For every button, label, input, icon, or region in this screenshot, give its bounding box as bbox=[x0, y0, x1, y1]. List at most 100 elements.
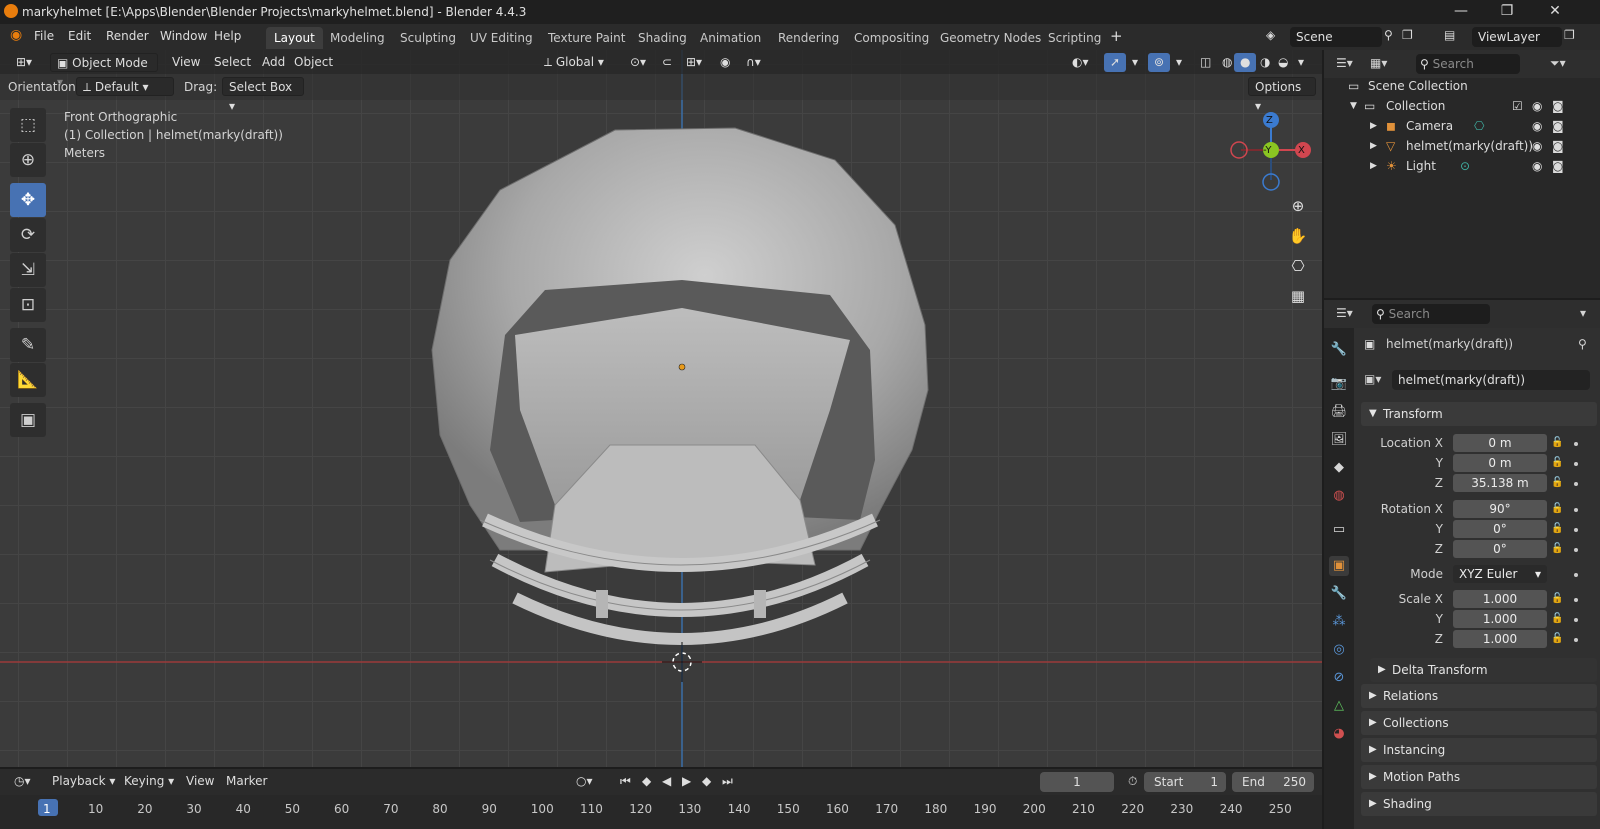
scale-z-keyframe-icon[interactable] bbox=[1574, 638, 1578, 642]
location-x-field[interactable]: 0 m bbox=[1453, 434, 1547, 452]
marker-menu[interactable]: Marker bbox=[220, 772, 273, 791]
grid-ortho-icon[interactable]: ▦ bbox=[1284, 282, 1312, 310]
snap-icon[interactable]: ⊂ bbox=[656, 53, 678, 72]
world-tab-icon[interactable]: ◍ bbox=[1329, 486, 1349, 506]
rotation-y-field[interactable]: 0° bbox=[1453, 520, 1547, 538]
proportional-edit-icon[interactable]: ◉ bbox=[714, 53, 736, 72]
motion-paths-panel-header[interactable]: ▶ Motion Paths bbox=[1361, 765, 1597, 789]
rotation-z-field[interactable]: 0° bbox=[1453, 540, 1547, 558]
rotation-x-lock-icon[interactable]: 🔓 bbox=[1551, 503, 1563, 514]
properties-editor-icon[interactable]: ☰▾ bbox=[1336, 306, 1353, 320]
options-dropdown[interactable]: Options ▾ bbox=[1248, 77, 1316, 113]
new-view-layer-icon[interactable]: ❐ bbox=[1564, 28, 1575, 42]
pin-icon[interactable]: ⚲ bbox=[1384, 28, 1393, 42]
zoom-icon[interactable]: ⊕ bbox=[1284, 192, 1312, 220]
menu-render[interactable]: Render bbox=[106, 29, 149, 43]
close-button[interactable]: ✕ bbox=[1532, 0, 1578, 24]
gizmo-dropdown-icon[interactable]: ▾ bbox=[1126, 53, 1144, 72]
mode-dropdown[interactable]: ▣ Object Mode ▾ bbox=[50, 53, 158, 89]
transform-panel-header[interactable]: ▼ Transform bbox=[1361, 402, 1597, 426]
pivot-icon[interactable]: ⊙▾ bbox=[624, 53, 652, 72]
add-workspace-icon[interactable]: + bbox=[1110, 27, 1123, 45]
scale-tool-icon[interactable]: ⇲ bbox=[10, 253, 46, 287]
location-x-lock-icon[interactable]: 🔓 bbox=[1551, 437, 1563, 448]
object-browse-icon[interactable]: ▣▾ bbox=[1364, 372, 1381, 386]
move-tool-icon[interactable]: ✥ bbox=[10, 183, 46, 217]
rotation-mode-dropdown[interactable]: XYZ Euler ▾ bbox=[1453, 565, 1547, 583]
transform-orientation-dropdown[interactable]: ⟂ Global ▾ bbox=[538, 53, 610, 72]
jump-end-icon[interactable]: ⏭ bbox=[716, 772, 739, 791]
rotate-tool-icon[interactable]: ⟳ bbox=[10, 218, 46, 252]
new-scene-icon[interactable]: ❐ bbox=[1402, 28, 1413, 42]
tab-geometry-nodes[interactable]: Geometry Nodes bbox=[932, 27, 1049, 49]
outliner-item-light[interactable]: ▶ ☀ Light ⊙ ◉ ◙ bbox=[1324, 156, 1600, 176]
maximize-button[interactable]: ❐ bbox=[1484, 0, 1530, 24]
annotate-tool-icon[interactable]: ✎ bbox=[10, 328, 46, 362]
location-z-lock-icon[interactable]: 🔓 bbox=[1551, 477, 1563, 488]
collection-visibility-icon[interactable]: ◉ bbox=[1532, 96, 1542, 116]
view-layer-tab-icon[interactable]: 🖼 bbox=[1329, 430, 1349, 450]
particles-tab-icon[interactable]: ⁂ bbox=[1329, 612, 1349, 632]
rotation-x-field[interactable]: 90° bbox=[1453, 500, 1547, 518]
tab-layout[interactable]: Layout bbox=[266, 27, 323, 49]
delta-transform-subpanel[interactable]: ▶ Delta Transform bbox=[1370, 658, 1597, 682]
play-icon[interactable]: ▶ bbox=[676, 772, 697, 791]
menu-window[interactable]: Window bbox=[160, 29, 207, 43]
view-layer-field[interactable]: ViewLayer bbox=[1472, 27, 1562, 47]
start-frame-field[interactable]: Start 1 bbox=[1144, 772, 1226, 792]
timeline-editor-icon[interactable]: ◷▾ bbox=[8, 772, 37, 791]
rotation-y-lock-icon[interactable]: 🔓 bbox=[1551, 523, 1563, 534]
tab-rendering[interactable]: Rendering bbox=[770, 27, 847, 49]
overlay-dropdown-icon[interactable]: ▾ bbox=[1170, 53, 1188, 72]
instancing-panel-header[interactable]: ▶ Instancing bbox=[1361, 738, 1597, 762]
add-cube-tool-icon[interactable]: ▣ bbox=[10, 403, 46, 437]
shading-dropdown-icon[interactable]: ▾ bbox=[1292, 53, 1310, 72]
tab-modeling[interactable]: Modeling bbox=[322, 27, 393, 49]
properties-search[interactable]: ⚲ Search bbox=[1372, 304, 1490, 324]
physics-tab-icon[interactable]: ◎ bbox=[1329, 640, 1349, 660]
camera-render-icon[interactable]: ◙ bbox=[1552, 116, 1564, 136]
display-mode-icon[interactable]: ▦▾ bbox=[1370, 56, 1387, 70]
transform-tool-icon[interactable]: ⊡ bbox=[10, 288, 46, 322]
relations-panel-header[interactable]: ▶ Relations bbox=[1361, 684, 1597, 708]
collection-chevron-icon[interactable]: ▼ bbox=[1350, 96, 1357, 116]
select-menu[interactable]: Select bbox=[208, 53, 257, 72]
view-menu[interactable]: View bbox=[166, 53, 206, 72]
tool-tab-icon[interactable]: 🔧 bbox=[1329, 340, 1349, 360]
outliner-item-camera[interactable]: ▶ ◼ Camera ⎔ ◉ ◙ bbox=[1324, 116, 1600, 136]
editor-type-icon[interactable]: ⊞▾ bbox=[10, 53, 38, 72]
light-chevron-icon[interactable]: ▶ bbox=[1370, 156, 1377, 176]
render-tab-icon[interactable]: 📷 bbox=[1329, 374, 1349, 394]
scale-y-lock-icon[interactable]: 🔓 bbox=[1551, 613, 1563, 624]
collection-tab-icon[interactable]: ▭ bbox=[1329, 520, 1349, 540]
preview-range-icon[interactable]: ⏱ bbox=[1122, 772, 1143, 791]
tab-shading[interactable]: Shading bbox=[630, 27, 695, 49]
scale-y-field[interactable]: 1.000 bbox=[1453, 610, 1547, 628]
light-visibility-icon[interactable]: ◉ bbox=[1532, 156, 1542, 176]
visibility-icon[interactable]: ◐▾ bbox=[1066, 53, 1095, 72]
collection-row[interactable]: ▼ ▭ Collection ☑ ◉ ◙ bbox=[1324, 96, 1600, 116]
pan-hand-icon[interactable]: ✋ bbox=[1284, 222, 1312, 250]
3d-viewport[interactable] bbox=[0, 50, 1322, 767]
scale-x-lock-icon[interactable]: 🔓 bbox=[1551, 593, 1563, 604]
location-z-field[interactable]: 35.138 m bbox=[1453, 474, 1547, 492]
playback-menu[interactable]: Playback ▾ bbox=[46, 772, 121, 791]
end-frame-field[interactable]: End 250 bbox=[1232, 772, 1314, 792]
material-tab-icon[interactable]: ◕ bbox=[1329, 724, 1349, 744]
snap-target-icon[interactable]: ⊞▾ bbox=[680, 53, 708, 72]
location-x-keyframe-icon[interactable] bbox=[1574, 442, 1578, 446]
play-reverse-icon[interactable]: ◀ bbox=[656, 772, 677, 791]
xray-icon[interactable]: ◫ bbox=[1194, 53, 1217, 72]
gizmo-toggle-icon[interactable]: ➚ bbox=[1104, 53, 1127, 72]
location-y-keyframe-icon[interactable] bbox=[1574, 462, 1578, 466]
cursor-tool-icon[interactable]: ⊕ bbox=[10, 143, 46, 177]
object-tab-icon[interactable]: ▣ bbox=[1329, 556, 1349, 576]
camera-chevron-icon[interactable]: ▶ bbox=[1370, 116, 1377, 136]
modifier-tab-icon[interactable]: 🔧 bbox=[1329, 584, 1349, 604]
auto-keying-icon[interactable]: ○▾ bbox=[570, 772, 599, 791]
jump-start-icon[interactable]: ⏮ bbox=[614, 772, 637, 791]
object-menu[interactable]: Object bbox=[288, 53, 339, 72]
rotation-y-keyframe-icon[interactable] bbox=[1574, 528, 1578, 532]
tab-sculpting[interactable]: Sculpting bbox=[392, 27, 464, 49]
camera-view-icon[interactable]: ⎔ bbox=[1284, 252, 1312, 280]
